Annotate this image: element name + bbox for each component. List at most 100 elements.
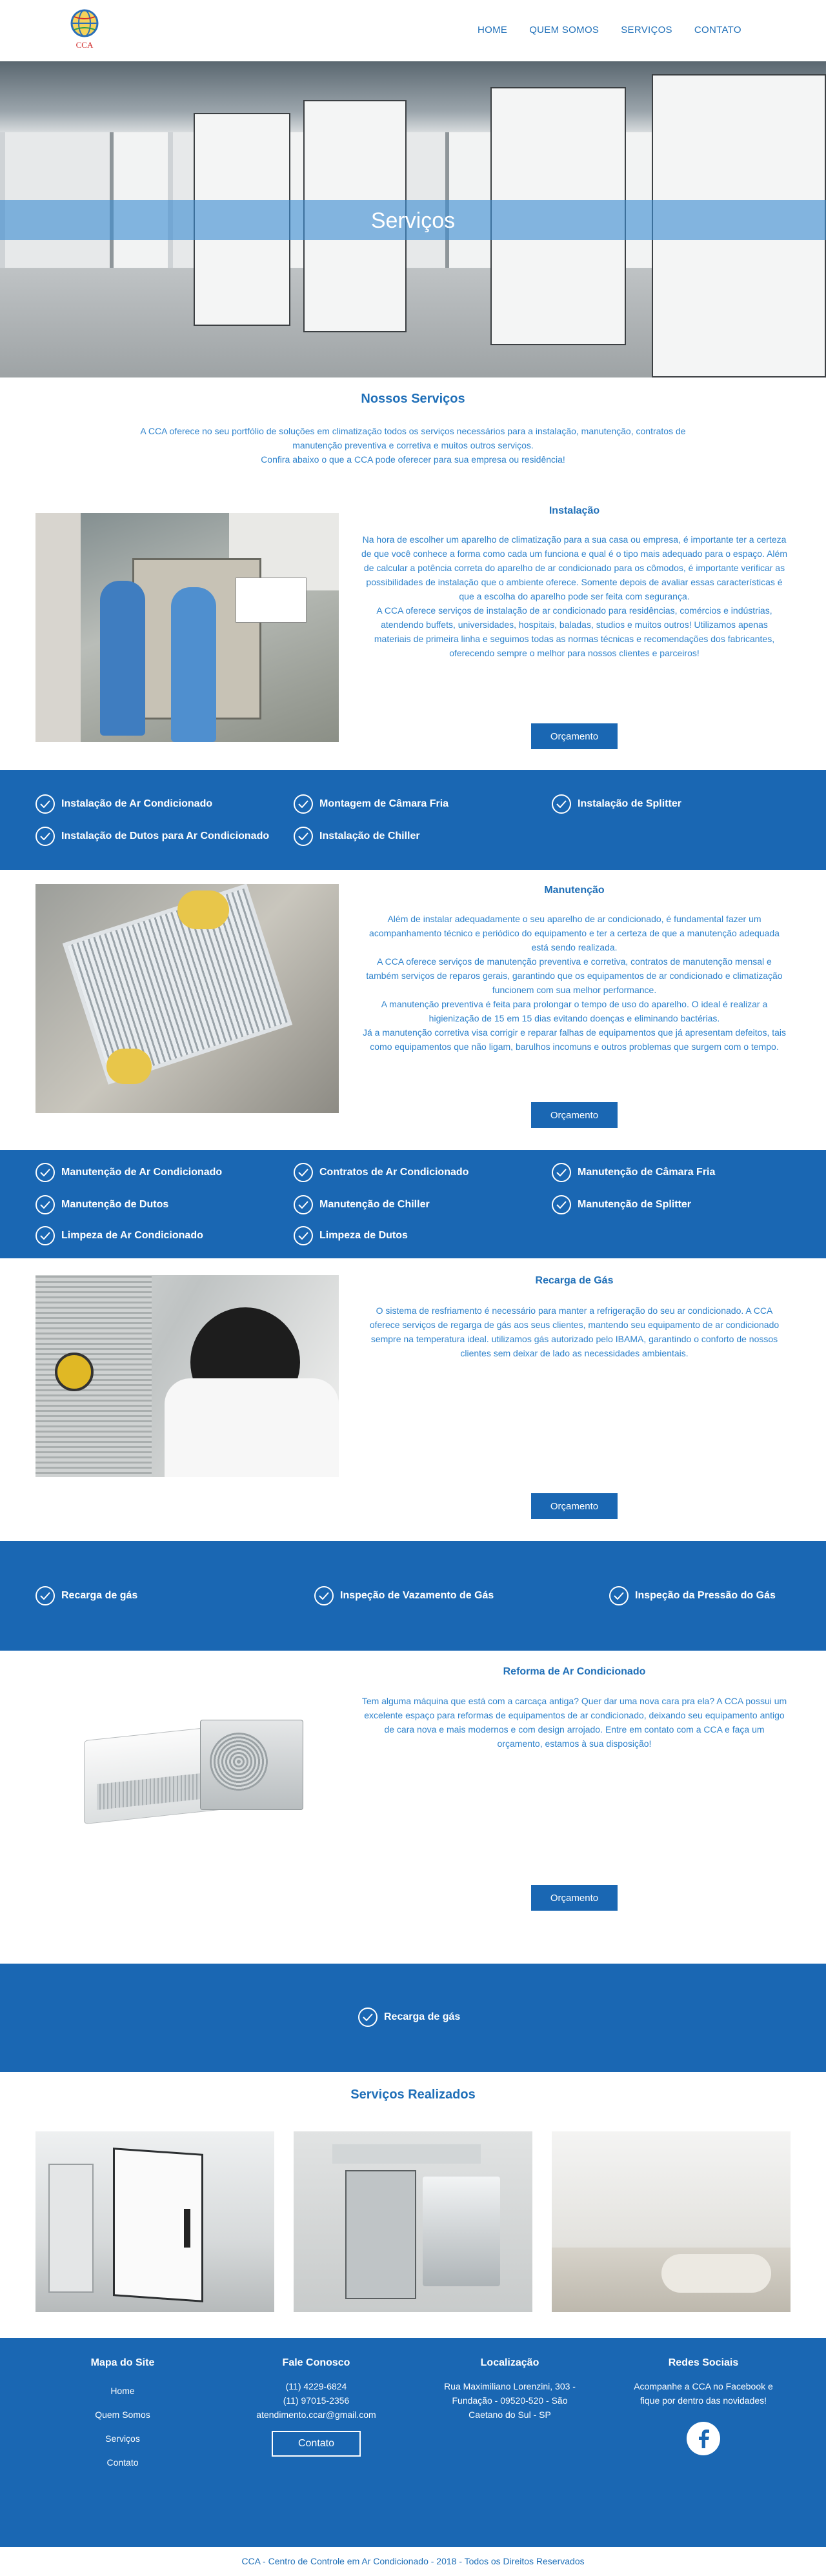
intro-line: Confira abaixo o que a CCA pode oferecer… <box>261 454 565 465</box>
refurbish-features-band: Recarga de gás <box>0 1964 826 2072</box>
nav-contato[interactable]: CONTATO <box>694 25 741 35</box>
feature-item: Inspeção de Vazamento de Gás <box>314 1586 494 1605</box>
refurbish-title: Reforma de Ar Condicionado <box>503 1666 646 1677</box>
maintenance-paragraph: A CCA oferece serviços de manutenção pre… <box>366 956 783 995</box>
footer-link-home[interactable]: Home <box>26 2379 219 2403</box>
feature-label: Instalação de Splitter <box>578 798 681 809</box>
feature-label: Instalação de Dutos para Ar Condicionado <box>61 830 270 841</box>
feature-label: Limpeza de Ar Condicionado <box>61 1230 203 1241</box>
footer-phone[interactable]: (11) 97015-2356 <box>219 2393 413 2408</box>
feature-label: Recarga de gás <box>61 1590 138 1601</box>
footer-link-servicos[interactable]: Serviços <box>26 2427 219 2451</box>
footer-email[interactable]: atendimento.ccar@gmail.com <box>219 2408 413 2422</box>
footer-address-line: Rua Maximiliano Lorenzini, 303 - <box>444 2381 576 2391</box>
feature-item: Instalação de Chiller <box>294 827 420 846</box>
feature-label: Instalação de Ar Condicionado <box>61 798 213 809</box>
globe-logo-icon <box>70 9 99 37</box>
gas-recharge-title: Recarga de Gás <box>535 1275 614 1286</box>
feature-item: Manutenção de Ar Condicionado <box>35 1163 222 1182</box>
gas-recharge-features-band: Recarga de gás Inspeção de Vazamento de … <box>0 1541 826 1651</box>
footer-sitemap-title: Mapa do Site <box>90 2357 155 2368</box>
facebook-icon[interactable] <box>687 2422 720 2455</box>
feature-label: Contratos de Ar Condicionado <box>319 1167 469 1178</box>
site-header: CCA HOME QUEM SOMOS SERVIÇOS CONTATO <box>0 0 826 61</box>
maintenance-title: Manutenção <box>544 885 605 896</box>
footer-social-line: fique por dentro das novidades! <box>640 2395 767 2406</box>
nav-home[interactable]: HOME <box>478 25 507 35</box>
footer-phone[interactable]: (11) 4229-6824 <box>219 2379 413 2393</box>
logo-text: CCA <box>76 40 94 50</box>
feature-item: Recarga de gás <box>35 1586 137 1605</box>
footer-sitemap: Mapa do Site Home Quem Somos Serviços Co… <box>26 2357 219 2475</box>
feature-label: Manutenção de Câmara Fria <box>578 1167 716 1178</box>
feature-label: Limpeza de Dutos <box>319 1230 408 1241</box>
gas-recharge-quote-button[interactable]: Orçamento <box>531 1493 618 1519</box>
maintenance-quote-button[interactable]: Orçamento <box>531 1102 618 1128</box>
check-circle-icon <box>35 1226 55 1245</box>
feature-item: Manutenção de Splitter <box>552 1195 691 1214</box>
check-circle-icon <box>35 1163 55 1182</box>
feature-label: Manutenção de Splitter <box>578 1199 692 1210</box>
footer-address-line: Caetano do Sul - SP <box>468 2410 551 2420</box>
check-circle-icon <box>314 1586 334 1605</box>
services-intro: A CCA oferece no seu portfólio de soluçõ… <box>90 424 736 467</box>
check-circle-icon <box>552 1195 571 1214</box>
footer-link-quem-somos[interactable]: Quem Somos <box>26 2403 219 2427</box>
feature-label: Inspeção de Vazamento de Gás <box>340 1590 494 1601</box>
maintenance-paragraph: Além de instalar adequadamente o seu apa… <box>369 914 780 952</box>
installation-paragraph: A CCA oferece serviços de instalação de … <box>374 605 775 658</box>
installation-photo <box>35 513 339 742</box>
feature-item: Instalação de Splitter <box>552 794 681 814</box>
footer-social-title: Redes Sociais <box>668 2357 739 2368</box>
feature-label: Montagem de Câmara Fria <box>319 798 449 809</box>
check-circle-icon <box>35 1195 55 1214</box>
footer-location: Localização Rua Maximiliano Lorenzini, 3… <box>413 2357 607 2422</box>
check-circle-icon <box>294 1226 313 1245</box>
feature-item: Inspeção da Pressão do Gás <box>609 1586 776 1605</box>
gallery-photo-room[interactable] <box>552 2131 791 2312</box>
feature-item: Contratos de Ar Condicionado <box>294 1163 468 1182</box>
maintenance-text: Além de instalar adequadamente o seu apa… <box>361 912 787 1054</box>
nav-servicos[interactable]: SERVIÇOS <box>621 25 672 35</box>
check-circle-icon <box>35 827 55 846</box>
footer-contact-button[interactable]: Contato <box>272 2431 361 2457</box>
check-circle-icon <box>294 827 313 846</box>
feature-label: Manutenção de Dutos <box>61 1199 169 1210</box>
footer-social: Redes Sociais Acompanhe a CCA no Faceboo… <box>607 2357 800 2455</box>
feature-item: Manutenção de Chiller <box>294 1195 430 1214</box>
maintenance-paragraph: A manutenção preventiva é feita para pro… <box>381 999 768 1023</box>
installation-features-band: Instalação de Ar Condicionado Montagem d… <box>0 770 826 870</box>
feature-item: Instalação de Ar Condicionado <box>35 794 212 814</box>
check-circle-icon <box>35 794 55 814</box>
gallery-heading: Serviços Realizados <box>350 2088 476 2102</box>
intro-line: manutenção preventiva e corretiva e muit… <box>292 440 534 450</box>
services-heading: Nossos Serviços <box>361 392 465 406</box>
check-circle-icon <box>294 794 313 814</box>
check-circle-icon <box>609 1586 629 1605</box>
intro-line: A CCA oferece no seu portfólio de soluçõ… <box>140 426 686 436</box>
refurbish-quote-button[interactable]: Orçamento <box>531 1885 618 1911</box>
installation-paragraph: Na hora de escolher um aparelho de clima… <box>361 534 787 601</box>
feature-label: Inspeção da Pressão do Gás <box>635 1590 776 1601</box>
installation-quote-button[interactable]: Orçamento <box>531 723 618 749</box>
feature-item: Instalação de Dutos para Ar Condicionado <box>35 827 269 846</box>
feature-item: Limpeza de Dutos <box>294 1226 408 1245</box>
footer-social-line: Acompanhe a CCA no Facebook e <box>634 2381 773 2391</box>
installation-title: Instalação <box>549 505 600 516</box>
maintenance-features-band: Manutenção de Ar Condicionado Contratos … <box>0 1150 826 1258</box>
gallery-photo-equipment[interactable] <box>294 2131 532 2312</box>
gas-recharge-paragraph: O sistema de resfriamento é necessário p… <box>369 1305 780 1358</box>
logo[interactable]: CCA <box>68 8 101 54</box>
check-circle-icon <box>358 2007 378 2027</box>
copyright: CCA - Centro de Controle em Ar Condicion… <box>0 2544 826 2576</box>
check-circle-icon <box>294 1195 313 1214</box>
feature-item: Manutenção de Dutos <box>35 1195 168 1214</box>
check-circle-icon <box>552 1163 571 1182</box>
main-nav: HOME QUEM SOMOS SERVIÇOS CONTATO <box>478 25 741 35</box>
gallery-photo-cold-room[interactable] <box>35 2131 274 2312</box>
nav-quem-somos[interactable]: QUEM SOMOS <box>529 25 599 35</box>
footer-link-contato[interactable]: Contato <box>26 2451 219 2475</box>
hero-title: Serviços <box>370 208 456 233</box>
footer-contact: Fale Conosco (11) 4229-6824 (11) 97015-2… <box>219 2357 413 2457</box>
gas-recharge-photo <box>35 1275 339 1477</box>
